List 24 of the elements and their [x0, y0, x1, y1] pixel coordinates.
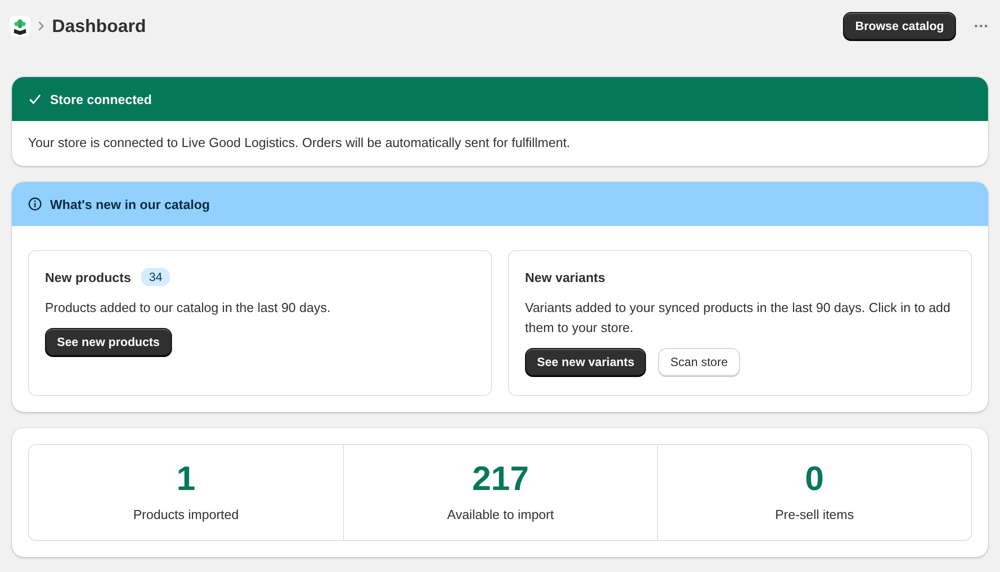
- stat-label: Pre-sell items: [775, 507, 854, 522]
- card-title: New variants: [525, 270, 606, 284]
- card-description: Variants added to your synced products in the last 90 days. Click in to add them to your store.: [525, 299, 952, 337]
- stat-label: Products imported: [133, 507, 239, 522]
- page-title: Dashboard: [52, 16, 146, 36]
- browse-catalog-button[interactable]: Browse catalog: [843, 12, 956, 40]
- more-icon[interactable]: [974, 24, 988, 28]
- banner-title: What's new in our catalog: [50, 196, 210, 212]
- secondary-button[interactable]: Scan store: [658, 348, 740, 376]
- stat-value: 1: [176, 459, 196, 500]
- card-title: New products: [45, 270, 131, 284]
- count-badge: 34: [140, 268, 170, 286]
- chevron-right-icon: [38, 21, 44, 31]
- stat-value: 217: [472, 459, 529, 500]
- stat-value: 0: [805, 459, 824, 500]
- primary-button[interactable]: See new products: [45, 328, 172, 356]
- stat-label: Available to import: [447, 507, 554, 522]
- checkmark-icon: [28, 92, 42, 106]
- banner-message: Your store is connected to Live Good Logistics. Orders will be automatically sent for fulfillment.: [28, 134, 572, 152]
- info-icon: [28, 197, 42, 211]
- card-description: Products added to our catalog in the last 90 days.: [45, 299, 332, 317]
- banner-title: Store connected: [50, 92, 152, 106]
- primary-button[interactable]: See new variants: [525, 348, 646, 376]
- plant-logo-icon: [10, 16, 30, 36]
